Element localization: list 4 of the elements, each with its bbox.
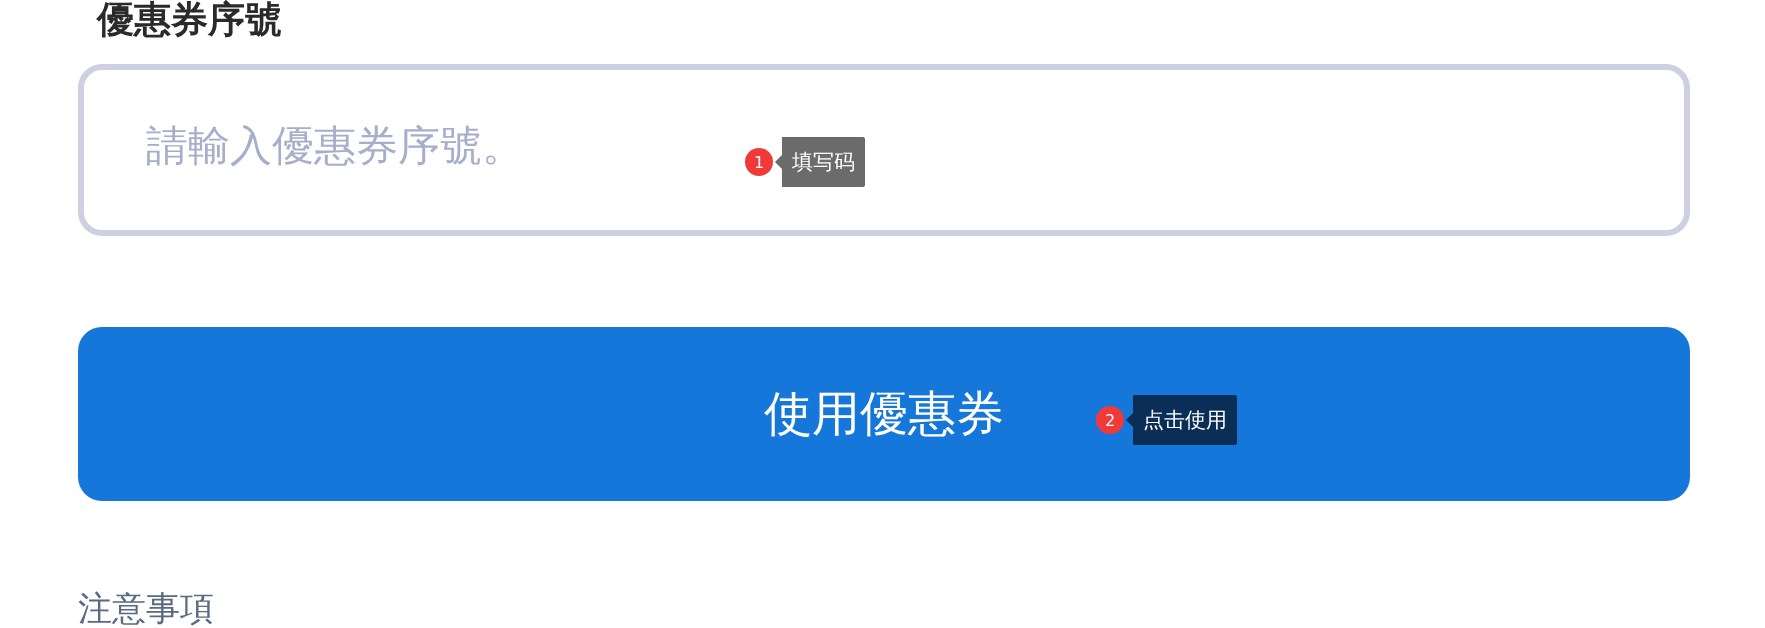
section-title: 優惠券序號 — [97, 0, 283, 40]
notes-heading: 注意事項 — [78, 590, 215, 626]
annotation-tooltip: 点击使用 — [1126, 395, 1237, 445]
annotation-tooltip: 填写码 — [775, 137, 865, 187]
